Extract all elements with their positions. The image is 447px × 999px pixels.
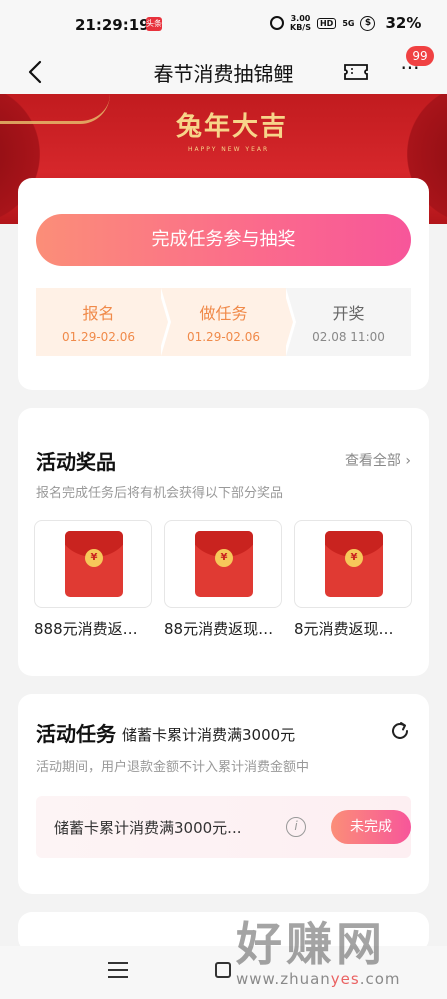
- net-speed-unit: KB/S: [290, 23, 311, 32]
- red-envelope-icon: ¥: [325, 531, 383, 597]
- net-speed-value: 3.00: [290, 14, 311, 23]
- nav-bar: 春节消费抽锦鲤 ···: [0, 50, 447, 94]
- page-title: 春节消费抽锦鲤: [153, 62, 294, 86]
- prize-image: ¥: [294, 520, 412, 608]
- step-date: 01.29-02.06: [186, 330, 261, 344]
- step-title: 开奖: [332, 304, 365, 323]
- prize-item[interactable]: ¥ 8元消费返现…: [294, 520, 414, 639]
- prize-label: 8元消费返现…: [294, 620, 394, 638]
- ticket-button[interactable]: [342, 60, 370, 84]
- step-separator-fill: [158, 288, 168, 356]
- watermark-logo: 好赚网: [236, 917, 386, 971]
- wm-url-suffix: .com: [359, 970, 401, 988]
- prizes-title: 活动奖品: [36, 450, 116, 474]
- message-count-badge: 99: [406, 46, 434, 66]
- signal-icon: 5G: [342, 18, 355, 28]
- menu-button[interactable]: [108, 962, 128, 980]
- banner-subtitle: HAPPY NEW YEAR: [188, 146, 270, 153]
- step-date: 01.29-02.06: [61, 330, 136, 344]
- wm-url-highlight: yes: [330, 970, 360, 988]
- red-envelope-icon: ¥: [65, 531, 123, 597]
- alarm-icon: [270, 16, 284, 30]
- step-title: 报名: [82, 304, 115, 323]
- progress-steps: 报名 01.29-02.06 做任务 01.29-02.06 开奖 02.08 …: [36, 288, 411, 356]
- prize-image: ¥: [34, 520, 152, 608]
- tasks-note: 活动期间，用户退款金额不计入累计消费金额中: [36, 760, 310, 775]
- step-signup: 报名 01.29-02.06: [36, 288, 161, 356]
- step-separator-fill: [283, 288, 293, 356]
- prize-item[interactable]: ¥ 88元消费返现…: [164, 520, 284, 639]
- task-row: 储蓄卡累计消费满3000元... i 未完成: [36, 796, 411, 858]
- banner-calligraphy: 兔年大吉: [176, 112, 289, 142]
- home-button[interactable]: [215, 962, 231, 978]
- info-icon[interactable]: i: [286, 817, 306, 837]
- ticket-icon: [344, 64, 368, 80]
- prize-label: 88元消费返现…: [164, 620, 274, 638]
- prize-label: 888元消费返…: [34, 620, 138, 638]
- data-saver-icon: $: [360, 15, 376, 31]
- status-icons: 3.00 KB/S HD 5G $ 32%: [270, 14, 421, 32]
- wm-url-prefix: www.zhuan: [236, 970, 331, 988]
- tasks-title: 活动任务: [36, 722, 116, 746]
- watermark-url: www.zhuanyes.com: [236, 970, 436, 988]
- prize-list: ¥ 888元消费返… ¥ 88元消费返现… ¥ 8元消费返现…: [34, 520, 414, 639]
- step-title: 做任务: [199, 304, 248, 323]
- signup-card: 完成任务参与抽奖 报名 01.29-02.06 做任务 01.29-02.06 …: [18, 178, 429, 390]
- gold-cloud-decoration: [0, 94, 110, 124]
- view-all-link[interactable]: 查看全部 ›: [345, 450, 411, 470]
- step-task: 做任务 01.29-02.06: [161, 288, 286, 356]
- network-speed: 3.00 KB/S: [290, 14, 311, 32]
- watermark: 好赚网 www.zhuanyes.com: [236, 908, 436, 988]
- refresh-button[interactable]: [389, 720, 411, 742]
- task-status-button[interactable]: 未完成: [331, 810, 411, 844]
- prizes-card: 活动奖品 查看全部 › 报名完成任务后将有机会获得以下部分奖品 ¥ 888元消费…: [18, 408, 429, 676]
- hd-icon: HD: [316, 17, 337, 29]
- join-lottery-button[interactable]: 完成任务参与抽奖: [36, 214, 411, 266]
- tasks-title-sub: 储蓄卡累计消费满3000元: [122, 726, 296, 744]
- app-notification-icon: 头条: [146, 17, 162, 31]
- refresh-icon: [392, 722, 408, 739]
- task-name: 储蓄卡累计消费满3000元...: [54, 819, 242, 837]
- battery-level: 32%: [385, 14, 422, 32]
- step-draw: 开奖 02.08 11:00: [286, 288, 411, 356]
- prize-image: ¥: [164, 520, 282, 608]
- prize-item[interactable]: ¥ 888元消费返…: [34, 520, 154, 639]
- prizes-subtitle: 报名完成任务后将有机会获得以下部分奖品: [36, 486, 284, 501]
- step-date: 02.08 11:00: [312, 330, 385, 344]
- status-time: 21:29:19: [75, 16, 150, 34]
- red-envelope-icon: ¥: [195, 531, 253, 597]
- tasks-card: 活动任务 储蓄卡累计消费满3000元 活动期间，用户退款金额不计入累计消费金额中…: [18, 694, 429, 894]
- status-bar: 21:29:19 头条 3.00 KB/S HD 5G $ 32%: [0, 0, 447, 50]
